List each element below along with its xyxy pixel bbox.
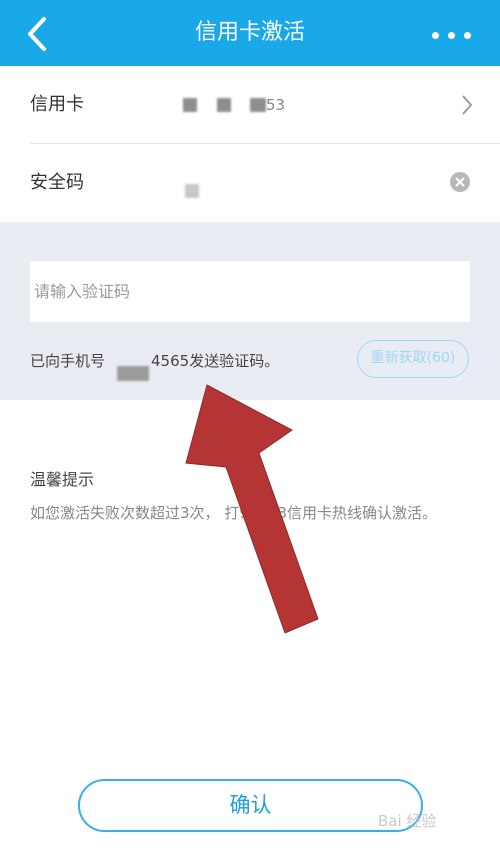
security-code-row[interactable]: 安全码 (0, 144, 500, 222)
masked-security-code (185, 184, 199, 198)
confirm-button[interactable]: 确认 (78, 779, 423, 832)
masked-digits (250, 98, 266, 112)
masked-phone-number (117, 366, 149, 381)
watermark: Bai 经验 (378, 812, 437, 830)
verification-code-input[interactable] (30, 261, 470, 322)
security-code-label: 安全码 (30, 172, 84, 193)
chevron-right-icon (460, 94, 474, 116)
tips-text: 如您激活失败次数超过3次， 打95533信用卡热线确认激活。 (30, 504, 438, 522)
sms-sent-notice: 已向手机号 4565发送验证码。 (30, 347, 279, 375)
page-title: 信用卡激活 (194, 20, 305, 45)
tips-title: 温馨提示 (30, 470, 95, 489)
sent-suffix: 4565发送验证码。 (151, 352, 280, 370)
top-bar: 信用卡激活 (0, 0, 500, 66)
clear-icon[interactable] (450, 172, 470, 192)
masked-digits (217, 98, 231, 112)
sent-prefix: 已向手机号 (30, 352, 106, 370)
credit-card-row[interactable]: 信用卡 53 (0, 66, 500, 144)
more-icon[interactable] (428, 14, 478, 54)
card-number-tail: 53 (266, 96, 286, 114)
resend-code-button[interactable]: 重新获取(60) (357, 340, 469, 378)
credit-card-label: 信用卡 (30, 94, 84, 115)
masked-digits (183, 98, 197, 112)
